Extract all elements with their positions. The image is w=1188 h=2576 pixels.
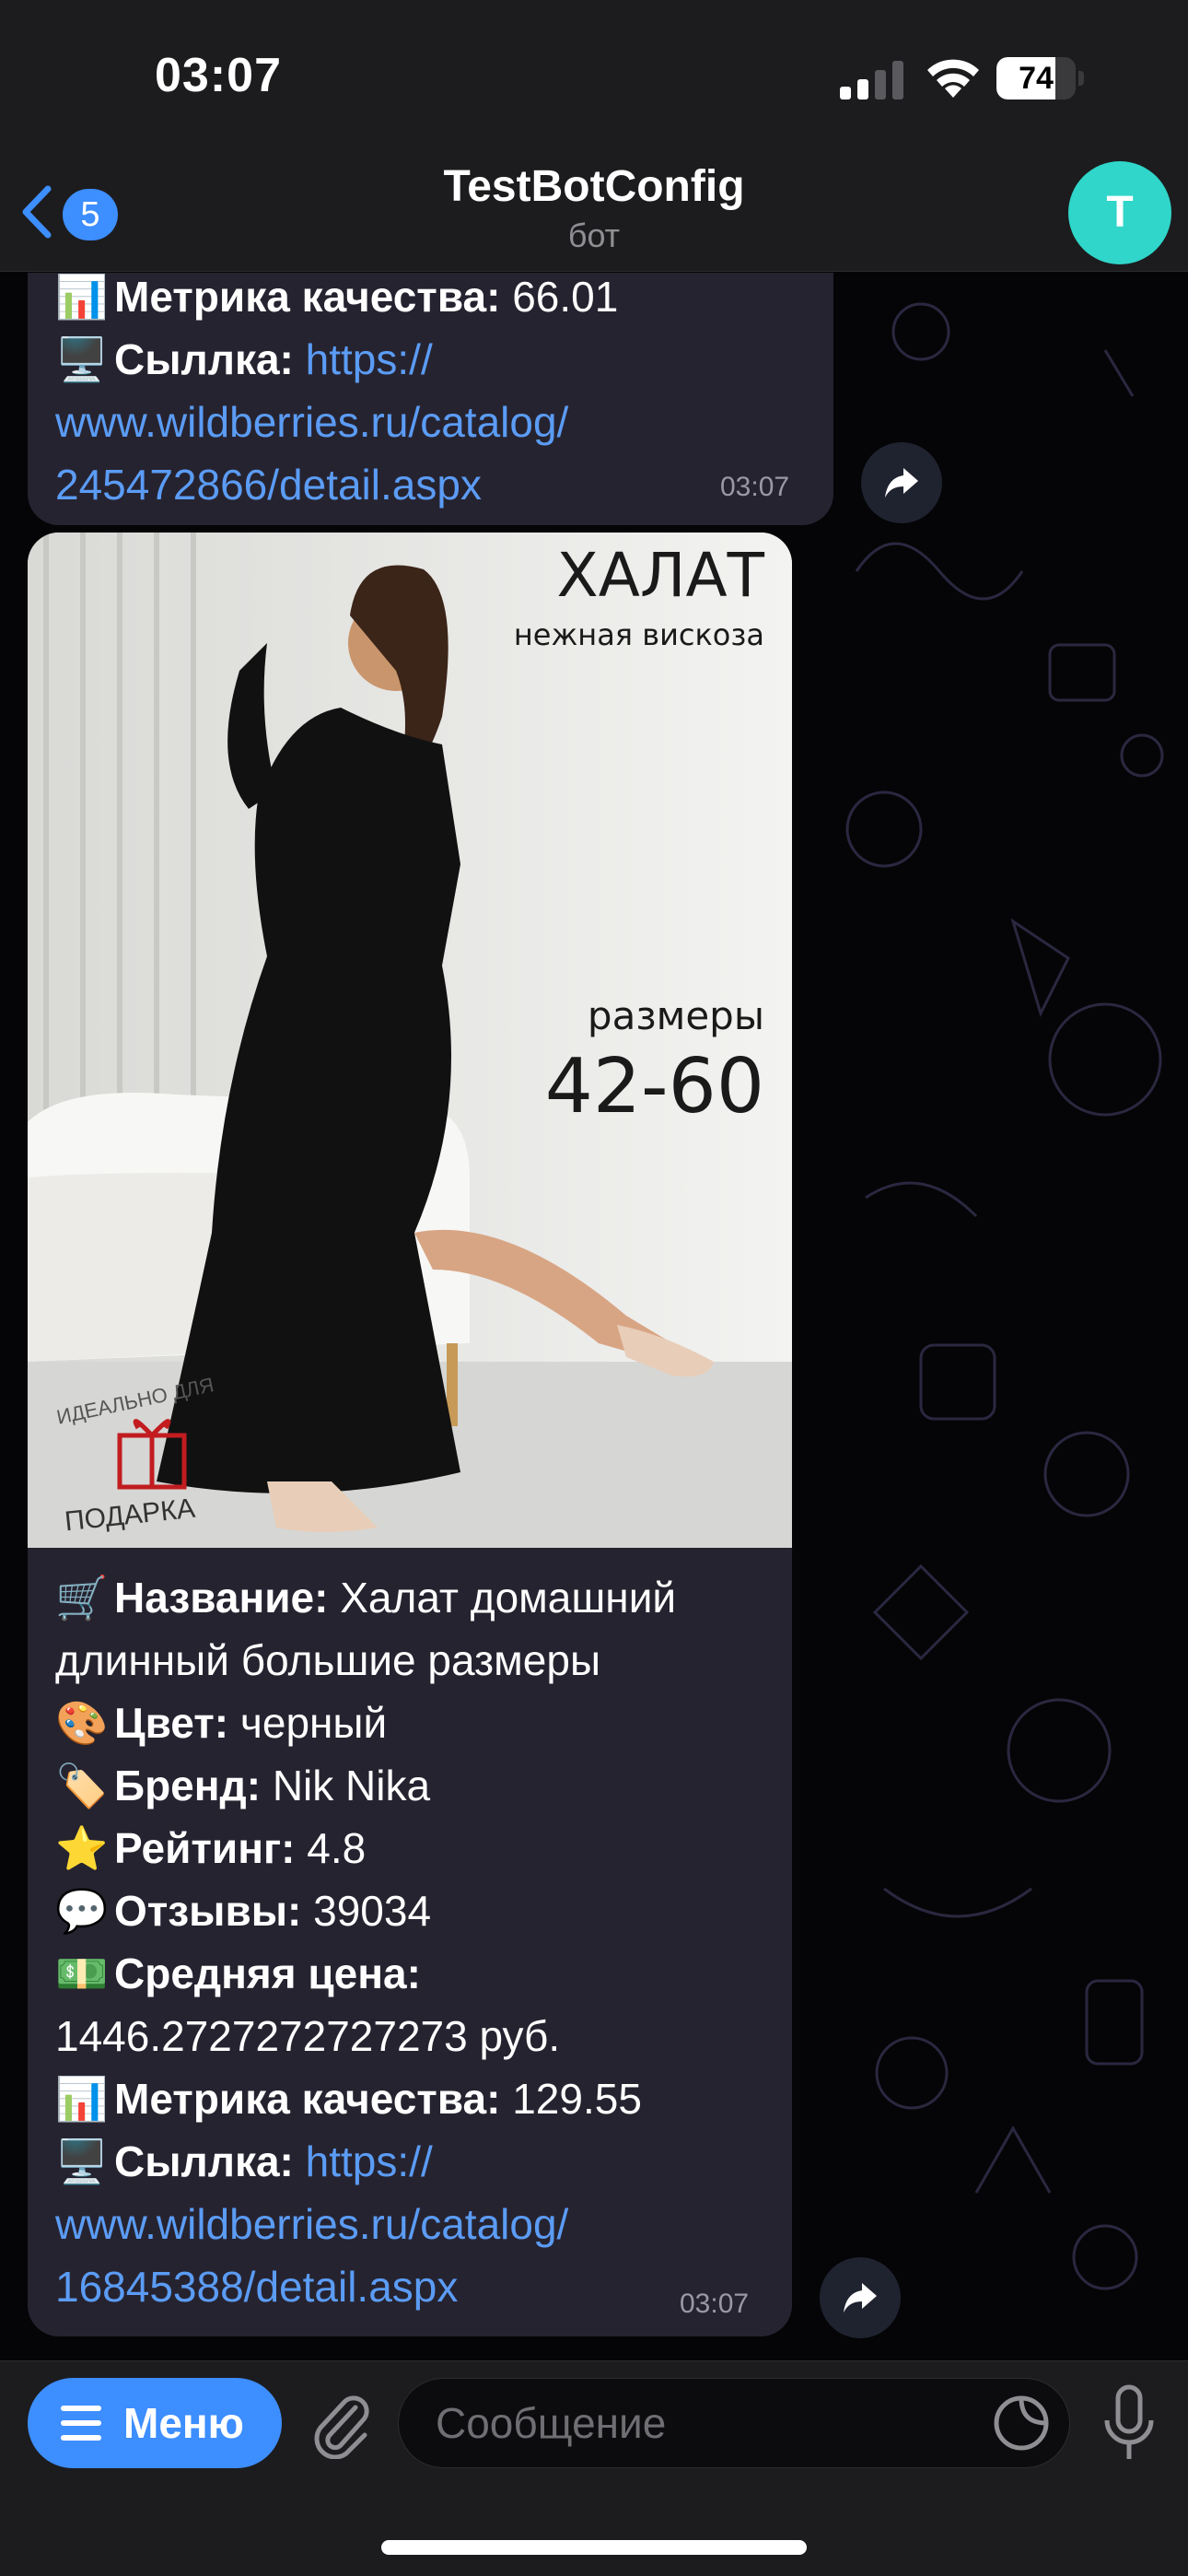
- status-time: 03:07: [155, 49, 282, 102]
- rating-value: 4.8: [295, 1824, 367, 1872]
- color-value: черный: [228, 1699, 388, 1747]
- product-link-end[interactable]: 16845388/detail.aspx: [55, 2255, 676, 2318]
- tag-icon: 🏷️: [55, 1762, 109, 1809]
- photo-sizes-label: размеры: [587, 993, 764, 1038]
- photo-title: ХАЛАТ: [556, 540, 764, 611]
- reviews-value: 39034: [301, 1887, 432, 1935]
- name-line: 🛒 Название: Халат домашний: [55, 1566, 676, 1629]
- status-bar: 03:07 74: [0, 0, 1188, 161]
- message-time: 03:07: [720, 472, 790, 502]
- chart-icon: 📊: [55, 273, 109, 321]
- wifi-icon: [927, 59, 979, 98]
- message-bubble[interactable]: 📊 Метрика качества: 66.01 🖥️ Сыллка: https…: [28, 273, 833, 525]
- computer-icon: 🖥️: [55, 335, 109, 383]
- share-arrow-icon: [885, 468, 918, 498]
- metric-label: Метрика качества:: [114, 273, 501, 321]
- link-label: Сыллка:: [114, 335, 294, 383]
- link-label: Сыллка:: [114, 2137, 294, 2185]
- link-line: 🖥️ Сыллка: https://: [55, 2130, 676, 2193]
- battery-icon: 74: [996, 57, 1085, 100]
- price-line: 💵 Средняя цена:: [55, 1942, 676, 2005]
- reviews-line: 💬 Отзывы: 39034: [55, 1879, 676, 1942]
- color-label: Цвет:: [114, 1699, 229, 1747]
- price-value: 1446.2727272727273 руб.: [55, 2012, 561, 2060]
- cart-icon: 🛒: [55, 1574, 109, 1622]
- reviews-label: Отзывы:: [114, 1887, 302, 1935]
- brand-value: Nik Nika: [261, 1762, 431, 1809]
- cellular-signal-icon: [840, 61, 903, 100]
- speech-bubble-icon: 💬: [55, 1887, 109, 1935]
- computer-icon: 🖥️: [55, 2137, 109, 2185]
- message-time: 03:07: [680, 2289, 750, 2319]
- product-photo[interactable]: ХАЛАТ нежная вискоза размеры 42-60 ИДЕАЛ…: [28, 533, 792, 1548]
- product-link[interactable]: https://: [306, 335, 433, 383]
- palette-icon: 🎨: [55, 1699, 109, 1747]
- price-label: Средняя цена:: [114, 1950, 421, 1997]
- brand-label: Бренд:: [114, 1762, 262, 1809]
- share-arrow-icon: [844, 2283, 877, 2313]
- hamburger-icon: [61, 2406, 101, 2441]
- chat-subtitle: бот: [567, 217, 621, 254]
- money-icon: 💵: [55, 1950, 109, 1997]
- photo-sizes-value: 42-60: [544, 1043, 764, 1130]
- brand-line: 🏷️ Бренд: Nik Nika: [55, 1754, 676, 1817]
- color-line: 🎨 Цвет: черный: [55, 1692, 676, 1754]
- bot-avatar[interactable]: T: [1068, 161, 1171, 264]
- message-composer: Меню: [0, 2360, 1188, 2576]
- chat-header: 5 TestBotConfig бот T: [0, 161, 1188, 272]
- home-indicator: [381, 2540, 807, 2555]
- message-input[interactable]: [398, 2378, 1070, 2468]
- link-line: 🖥️ Сыллка: https://: [55, 328, 618, 391]
- menu-button[interactable]: Меню: [28, 2378, 282, 2468]
- product-link[interactable]: https://: [306, 2137, 433, 2185]
- name-label: Название:: [114, 1574, 329, 1622]
- message-bubble[interactable]: ХАЛАТ нежная вискоза размеры 42-60 ИДЕАЛ…: [28, 533, 792, 2336]
- photo-subtitle: нежная вискоза: [513, 617, 764, 652]
- name-value: Халат домашний: [328, 1574, 677, 1622]
- name-value-cont: длинный большие размеры: [55, 1636, 601, 1684]
- chart-icon: 📊: [55, 2075, 109, 2123]
- metric-line: 📊 Метрика качества: 129.55: [55, 2067, 676, 2130]
- product-link-cont[interactable]: www.wildberries.ru/catalog/: [55, 391, 618, 453]
- metric-label: Метрика качества:: [114, 2075, 501, 2123]
- rating-line: ⭐ Рейтинг: 4.8: [55, 1817, 676, 1879]
- chat-title[interactable]: TestBotConfig: [0, 161, 1188, 212]
- product-link-cont[interactable]: www.wildberries.ru/catalog/: [55, 2193, 676, 2255]
- paperclip-icon[interactable]: [304, 2387, 376, 2459]
- rating-label: Рейтинг:: [114, 1824, 296, 1872]
- forward-button[interactable]: [820, 2257, 901, 2338]
- sticker-icon[interactable]: [993, 2395, 1050, 2452]
- menu-label: Меню: [123, 2399, 244, 2447]
- product-link-end[interactable]: 245472866/detail.aspx: [55, 453, 618, 516]
- star-icon: ⭐: [55, 1824, 109, 1872]
- metric-line: 📊 Метрика качества: 66.01: [55, 273, 618, 328]
- forward-button[interactable]: [861, 442, 942, 523]
- microphone-icon[interactable]: [1101, 2383, 1157, 2463]
- metric-value: 129.55: [500, 2075, 642, 2123]
- battery-percent: 74: [1019, 61, 1054, 96]
- metric-value: 66.01: [500, 273, 619, 321]
